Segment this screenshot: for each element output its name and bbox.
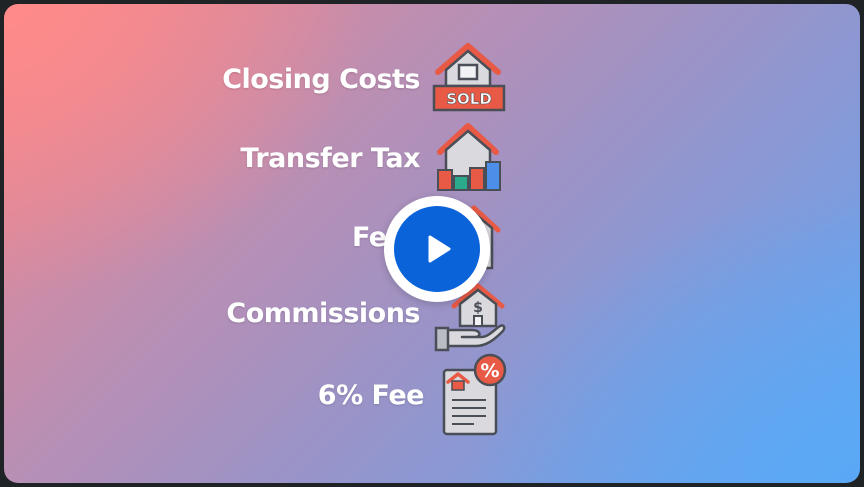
six-percent-fee-label: 6% Fee <box>317 380 425 411</box>
sold-house-icon: SOLD <box>432 43 506 112</box>
transfer-tax-label: Transfer Tax <box>240 143 420 174</box>
commissions-label: Commissions <box>226 298 420 329</box>
house-chart-icon <box>437 123 501 191</box>
svg-text:%: % <box>480 360 499 382</box>
closing-costs-label: Closing Costs <box>222 64 420 95</box>
percent-document-icon: % <box>442 353 507 436</box>
play-icon <box>428 235 451 263</box>
play-button-circle[interactable] <box>394 206 480 292</box>
svg-text:SOLD: SOLD <box>446 90 492 108</box>
svg-text:$: $ <box>473 300 483 316</box>
video-frame[interactable]: Closing Costs SOLD Transfer Tax Fees Com… <box>4 4 860 483</box>
play-button[interactable] <box>384 196 490 302</box>
